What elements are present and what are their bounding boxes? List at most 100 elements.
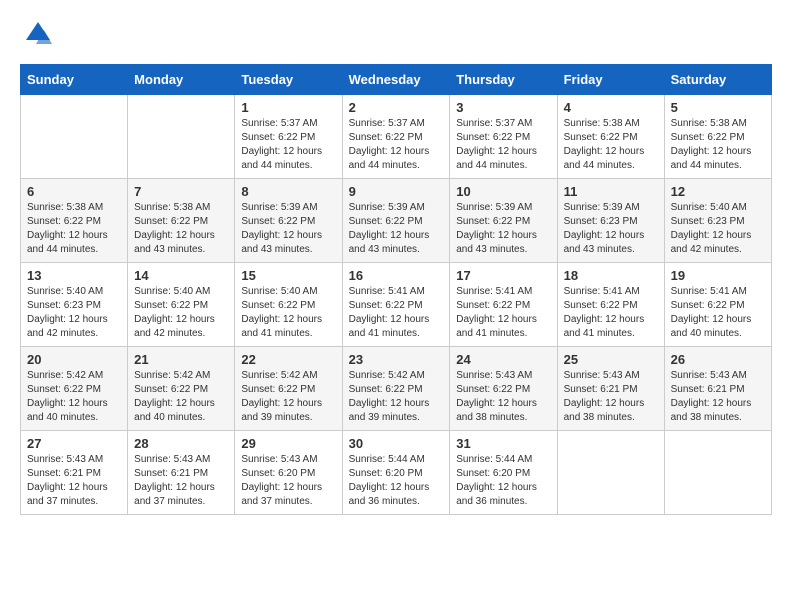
calendar-cell: 22 Sunrise: 5:42 AM Sunset: 6:22 PM Dayli… [235, 347, 342, 431]
cell-content: Sunrise: 5:42 AM Sunset: 6:22 PM Dayligh… [27, 369, 121, 425]
cell-content: Sunrise: 5:38 AM Sunset: 6:22 PM Dayligh… [671, 117, 765, 173]
calendar-cell: 3Sunrise: 5:37 AM Sunset: 6:22 PM Daylig… [450, 95, 557, 179]
cell-content: Sunrise: 5:40 AM Sunset: 6:22 PM Dayligh… [134, 285, 228, 341]
cell-content: Sunrise: 5:39 AM Sunset: 6:22 PM Dayligh… [241, 201, 335, 257]
calendar-cell: 16 Sunrise: 5:41 AM Sunset: 6:22 PM Dayli… [342, 263, 450, 347]
day-number: 23 [349, 352, 444, 367]
cell-content: Sunrise: 5:38 AM Sunset: 6:22 PM Dayligh… [134, 201, 228, 257]
calendar-day-header: Thursday [450, 65, 557, 95]
calendar-cell: 19 Sunrise: 5:41 AM Sunset: 6:22 PM Dayli… [664, 263, 771, 347]
calendar-cell: 28Sunrise: 5:43 AM Sunset: 6:21 PM Dayli… [128, 431, 235, 515]
day-number: 19 [671, 268, 765, 283]
calendar-cell: 10 Sunrise: 5:39 AM Sunset: 6:22 PM Dayli… [450, 179, 557, 263]
calendar-cell: 13Sunrise: 5:40 AM Sunset: 6:23 PM Dayli… [21, 263, 128, 347]
calendar-cell: 30 Sunrise: 5:44 AM Sunset: 6:20 PM Dayli… [342, 431, 450, 515]
calendar-cell: 18 Sunrise: 5:41 AM Sunset: 6:22 PM Dayli… [557, 263, 664, 347]
calendar-day-header: Sunday [21, 65, 128, 95]
calendar-cell: 15 Sunrise: 5:40 AM Sunset: 6:22 PM Dayli… [235, 263, 342, 347]
day-number: 6 [27, 184, 121, 199]
calendar-week-row: 1 Sunrise: 5:37 AM Sunset: 6:22 PM Daylig… [21, 95, 772, 179]
calendar-cell: 24 Sunrise: 5:43 AM Sunset: 6:22 PM Dayli… [450, 347, 557, 431]
cell-content: Sunrise: 5:39 AM Sunset: 6:22 PM Dayligh… [456, 201, 550, 257]
day-number: 4 [564, 100, 658, 115]
day-number: 12 [671, 184, 765, 199]
cell-content: Sunrise: 5:43 AM Sunset: 6:21 PM Dayligh… [564, 369, 658, 425]
cell-content: Sunrise: 5:43 AM Sunset: 6:20 PM Dayligh… [241, 453, 335, 509]
calendar-week-row: 20 Sunrise: 5:42 AM Sunset: 6:22 PM Dayli… [21, 347, 772, 431]
day-number: 28 [134, 436, 228, 451]
calendar-cell [128, 95, 235, 179]
calendar-cell: 31 Sunrise: 5:44 AM Sunset: 6:20 PM Dayli… [450, 431, 557, 515]
cell-content: Sunrise: 5:40 AM Sunset: 6:22 PM Dayligh… [241, 285, 335, 341]
cell-content: Sunrise: 5:43 AM Sunset: 6:21 PM Dayligh… [671, 369, 765, 425]
cell-content: Sunrise: 5:43 AM Sunset: 6:22 PM Dayligh… [456, 369, 550, 425]
day-number: 10 [456, 184, 550, 199]
day-number: 7 [134, 184, 228, 199]
calendar-cell: 4 Sunrise: 5:38 AM Sunset: 6:22 PM Daylig… [557, 95, 664, 179]
day-number: 16 [349, 268, 444, 283]
day-number: 22 [241, 352, 335, 367]
calendar-cell: 8 Sunrise: 5:39 AM Sunset: 6:22 PM Daylig… [235, 179, 342, 263]
day-number: 17 [456, 268, 550, 283]
calendar-week-row: 13Sunrise: 5:40 AM Sunset: 6:23 PM Dayli… [21, 263, 772, 347]
cell-content: Sunrise: 5:38 AM Sunset: 6:22 PM Dayligh… [27, 201, 121, 257]
day-number: 20 [27, 352, 121, 367]
calendar-day-header: Saturday [664, 65, 771, 95]
calendar-cell: 6 Sunrise: 5:38 AM Sunset: 6:22 PM Daylig… [21, 179, 128, 263]
cell-content: Sunrise: 5:44 AM Sunset: 6:20 PM Dayligh… [349, 453, 444, 509]
calendar-day-header: Tuesday [235, 65, 342, 95]
cell-content: Sunrise: 5:39 AM Sunset: 6:22 PM Dayligh… [349, 201, 444, 257]
calendar-cell: 11 Sunrise: 5:39 AM Sunset: 6:23 PM Dayli… [557, 179, 664, 263]
day-number: 29 [241, 436, 335, 451]
calendar-cell: 5 Sunrise: 5:38 AM Sunset: 6:22 PM Daylig… [664, 95, 771, 179]
calendar-week-row: 6 Sunrise: 5:38 AM Sunset: 6:22 PM Daylig… [21, 179, 772, 263]
day-number: 11 [564, 184, 658, 199]
cell-content: Sunrise: 5:39 AM Sunset: 6:23 PM Dayligh… [564, 201, 658, 257]
cell-content: Sunrise: 5:38 AM Sunset: 6:22 PM Dayligh… [564, 117, 658, 173]
cell-content: Sunrise: 5:44 AM Sunset: 6:20 PM Dayligh… [456, 453, 550, 509]
calendar-week-row: 27 Sunrise: 5:43 AM Sunset: 6:21 PM Dayli… [21, 431, 772, 515]
cell-content: Sunrise: 5:40 AM Sunset: 6:23 PM Dayligh… [671, 201, 765, 257]
calendar-cell: 9 Sunrise: 5:39 AM Sunset: 6:22 PM Daylig… [342, 179, 450, 263]
day-number: 30 [349, 436, 444, 451]
logo [20, 20, 52, 48]
day-number: 27 [27, 436, 121, 451]
calendar-cell: 27 Sunrise: 5:43 AM Sunset: 6:21 PM Dayli… [21, 431, 128, 515]
cell-content: Sunrise: 5:41 AM Sunset: 6:22 PM Dayligh… [349, 285, 444, 341]
calendar-day-header: Friday [557, 65, 664, 95]
day-number: 1 [241, 100, 335, 115]
calendar-cell: 21Sunrise: 5:42 AM Sunset: 6:22 PM Dayli… [128, 347, 235, 431]
cell-content: Sunrise: 5:37 AM Sunset: 6:22 PM Dayligh… [456, 117, 550, 173]
day-number: 5 [671, 100, 765, 115]
cell-content: Sunrise: 5:37 AM Sunset: 6:22 PM Dayligh… [349, 117, 444, 173]
day-number: 14 [134, 268, 228, 283]
calendar-cell: 26 Sunrise: 5:43 AM Sunset: 6:21 PM Dayli… [664, 347, 771, 431]
calendar-header-row: SundayMondayTuesdayWednesdayThursdayFrid… [21, 65, 772, 95]
calendar-cell: 2Sunrise: 5:37 AM Sunset: 6:22 PM Daylig… [342, 95, 450, 179]
calendar-cell [664, 431, 771, 515]
cell-content: Sunrise: 5:41 AM Sunset: 6:22 PM Dayligh… [564, 285, 658, 341]
cell-content: Sunrise: 5:43 AM Sunset: 6:21 PM Dayligh… [27, 453, 121, 509]
calendar-cell: 14 Sunrise: 5:40 AM Sunset: 6:22 PM Dayli… [128, 263, 235, 347]
cell-content: Sunrise: 5:42 AM Sunset: 6:22 PM Dayligh… [349, 369, 444, 425]
cell-content: Sunrise: 5:37 AM Sunset: 6:22 PM Dayligh… [241, 117, 335, 173]
calendar-cell: 7 Sunrise: 5:38 AM Sunset: 6:22 PM Daylig… [128, 179, 235, 263]
calendar-day-header: Monday [128, 65, 235, 95]
calendar-cell: 25Sunrise: 5:43 AM Sunset: 6:21 PM Dayli… [557, 347, 664, 431]
cell-content: Sunrise: 5:41 AM Sunset: 6:22 PM Dayligh… [671, 285, 765, 341]
day-number: 21 [134, 352, 228, 367]
day-number: 26 [671, 352, 765, 367]
cell-content: Sunrise: 5:40 AM Sunset: 6:23 PM Dayligh… [27, 285, 121, 341]
cell-content: Sunrise: 5:42 AM Sunset: 6:22 PM Dayligh… [241, 369, 335, 425]
day-number: 8 [241, 184, 335, 199]
day-number: 15 [241, 268, 335, 283]
calendar-table: SundayMondayTuesdayWednesdayThursdayFrid… [20, 64, 772, 515]
calendar-cell [557, 431, 664, 515]
logo-icon [24, 20, 52, 48]
day-number: 31 [456, 436, 550, 451]
day-number: 9 [349, 184, 444, 199]
day-number: 18 [564, 268, 658, 283]
calendar-cell [21, 95, 128, 179]
day-number: 24 [456, 352, 550, 367]
calendar-cell: 1 Sunrise: 5:37 AM Sunset: 6:22 PM Daylig… [235, 95, 342, 179]
